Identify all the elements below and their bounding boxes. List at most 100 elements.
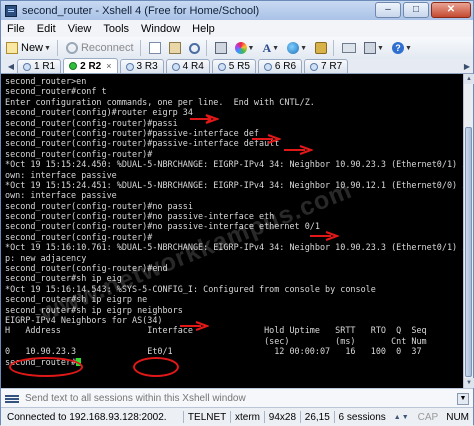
terminal-line: second_router(config-router)#passi (5, 117, 178, 128)
arrow-keys-icon: ▲▼ (393, 413, 410, 421)
chevron-down-icon[interactable]: ▼ (44, 45, 51, 52)
session-count-status: 6 sessions (338, 411, 386, 423)
lock-icon (315, 42, 328, 54)
terminal-line: second_router#sh ip eig (5, 273, 122, 284)
paste-icon (168, 42, 181, 54)
scroll-down-icon[interactable]: ▼ (464, 378, 474, 388)
reconnect-button[interactable]: Reconnect (63, 39, 137, 57)
transfer-button[interactable]: ▼ (284, 39, 310, 57)
globe-icon (287, 42, 300, 54)
copy-button[interactable] (146, 39, 164, 57)
terminal-line: EIGRP-IPv4 Neighbors for AS(34) (5, 314, 163, 325)
options-icon (364, 42, 377, 54)
help-icon: ? (391, 42, 404, 54)
terminal-line: second_router#sh ip eigrp ne (5, 294, 148, 305)
reconnect-icon (65, 42, 78, 54)
terminal-line: *Oct 19 15:15:24.450: %DUAL-5-NBRCHANGE:… (5, 159, 463, 170)
toolbar-separator (56, 40, 58, 56)
num-lock-status: NUM (446, 411, 469, 423)
tab-session-1[interactable]: 1 R1 (17, 59, 62, 73)
terminal-line: 0 10.90.23.3 Et0/1 12 00:00:07 16 100 0 … (5, 346, 422, 357)
tab-session-4[interactable]: 4 R4 (165, 59, 210, 73)
session-connected-icon (69, 62, 78, 70)
keyboard-icon (342, 43, 357, 53)
tab-session-6[interactable]: 6 R6 (257, 59, 303, 73)
tab-session-5[interactable]: 5 R5 (211, 59, 256, 73)
chevron-down-icon: ▼ (272, 44, 280, 52)
find-button[interactable] (186, 39, 203, 57)
annotation-arrow (284, 145, 313, 155)
terminal-line: *Oct 19 15:15:24.451: %DUAL-5-NBRCHANGE:… (5, 179, 463, 190)
close-tab-icon[interactable]: × (106, 60, 111, 73)
compose-options-icon[interactable]: ▼ (457, 392, 469, 405)
minimize-button[interactable]: ‒ (375, 2, 401, 18)
new-session-icon (6, 42, 18, 54)
terminal-scrollbar[interactable]: ▲ ▼ (463, 74, 474, 388)
tab-scroll-right-icon[interactable]: ▶ (461, 60, 473, 73)
close-button[interactable]: ✕ (431, 2, 471, 18)
session-status-icon (263, 62, 272, 71)
reconnect-label: Reconnect (80, 42, 134, 54)
terminal-line: second_router(config-router)# (5, 148, 153, 159)
copy-icon (148, 42, 161, 54)
chevron-down-icon: ▼ (247, 44, 255, 52)
lock-button[interactable] (312, 39, 330, 57)
menu-edit[interactable]: Edit (31, 23, 62, 35)
tab-label: 1 R1 (34, 61, 56, 72)
session-status-icon (217, 62, 226, 71)
annotation-arrow (310, 231, 339, 241)
compose-menu-icon[interactable] (5, 393, 19, 405)
toolbar-separator (205, 40, 207, 56)
terminal-line: second_router>en (5, 76, 87, 86)
connection-status: Connected to 192.168.93.128:2002. (7, 411, 167, 423)
toolbar: New ▼ Reconnect ▼ A ▼ ▼ ▼ ? ▼ (1, 37, 473, 60)
maximize-button[interactable]: □ (403, 2, 429, 18)
tab-label: 6 R6 (274, 61, 297, 72)
menu-window[interactable]: Window (135, 23, 186, 35)
terminal-line: second_router#conf t (5, 86, 107, 97)
annotation-ellipse-interface (133, 357, 179, 377)
scroll-up-icon[interactable]: ▲ (464, 74, 474, 84)
font-button[interactable]: A ▼ (259, 39, 282, 57)
tab-scroll-left-icon[interactable]: ◀ (5, 60, 17, 73)
tab-label: 2 R2 (80, 60, 102, 72)
chevron-down-icon: ▼ (404, 44, 412, 52)
window-title: second_router - Xshell 4 (Free for Home/… (22, 4, 260, 17)
terminal-line: second_router(config-router)#no passive-… (5, 211, 275, 222)
annotation-ellipse-address (9, 357, 83, 377)
terminal-line: second_router(config-router)#no passi (5, 200, 193, 211)
help-button[interactable]: ? ▼ (389, 39, 415, 57)
menu-help[interactable]: Help (186, 23, 221, 35)
tab-session-3[interactable]: 3 R3 (119, 59, 164, 73)
print-icon (214, 42, 227, 54)
color-scheme-button[interactable]: ▼ (232, 39, 258, 57)
session-status-icon (171, 62, 180, 71)
color-scheme-icon (234, 42, 247, 54)
title-bar[interactable]: second_router - Xshell 4 (Free for Home/… (1, 1, 473, 20)
terminal-line: (sec) (ms) Cnt Num (5, 335, 427, 346)
paste-button[interactable] (166, 39, 184, 57)
terminal-output[interactable]: second_router>en second_router#conf t En… (1, 74, 463, 388)
scrollbar-thumb[interactable] (465, 127, 472, 377)
options-button[interactable]: ▼ (361, 39, 387, 57)
menu-view[interactable]: View (62, 23, 98, 35)
send-to-all-sessions-input[interactable] (25, 391, 425, 406)
terminal-line: second_router(config-router)# (5, 231, 153, 242)
print-button[interactable] (212, 39, 230, 57)
tab-session-2[interactable]: 2 R2 × (63, 58, 118, 73)
annotation-arrow (252, 134, 281, 144)
menu-tools[interactable]: Tools (97, 23, 135, 35)
terminal-line: Enter configuration commands, one per li… (5, 96, 315, 107)
annotation-arrow (190, 114, 219, 124)
font-icon: A (262, 41, 272, 55)
new-session-button[interactable]: New ▼ (3, 39, 54, 57)
menu-file[interactable]: File (1, 23, 31, 35)
terminal-line: second_router(config-router)#no passive-… (5, 221, 320, 232)
tab-label: 3 R3 (136, 61, 158, 72)
toolbar-separator (333, 40, 335, 56)
new-session-label: New (21, 42, 44, 54)
tab-label: 4 R4 (182, 61, 204, 72)
tab-session-7[interactable]: 7 R7 (304, 59, 349, 73)
keyboard-button[interactable] (339, 39, 359, 57)
caps-lock-status: CAP (417, 411, 439, 423)
